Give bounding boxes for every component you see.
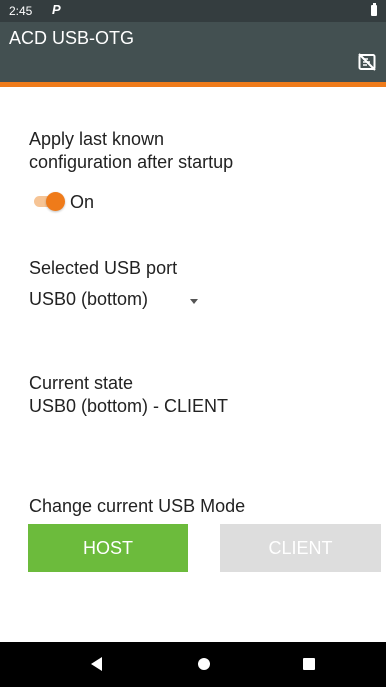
startup-config-switch[interactable]	[32, 192, 68, 211]
battery-icon	[371, 3, 377, 16]
startup-config-label: Apply last known configuration after sta…	[29, 128, 233, 173]
host-button[interactable]: HOST	[28, 524, 188, 572]
switch-state-label: On	[70, 192, 95, 212]
status-bar: 2:45 P	[0, 0, 386, 22]
app-bar-accent-line	[0, 82, 386, 87]
client-button[interactable]: CLIENT	[220, 524, 381, 572]
recents-square-icon[interactable]	[303, 658, 315, 670]
nfc-off-icon[interactable]	[358, 53, 376, 71]
usb-port-selected-value: USB0 (bottom)	[29, 289, 149, 309]
status-time: 2:45	[9, 4, 33, 18]
usb-port-label: Selected USB port	[29, 258, 178, 278]
usb-mode-label: Change current USB Mode	[29, 496, 246, 516]
current-state-value: USB0 (bottom) - CLIENT	[29, 396, 229, 416]
home-circle-icon[interactable]	[198, 658, 210, 670]
startup-config-label-line2: configuration after startup	[29, 151, 234, 172]
app-title: ACD USB-OTG	[9, 28, 135, 48]
usb-port-dropdown[interactable]: USB0 (bottom)	[29, 289, 209, 313]
current-state-label: Current state	[29, 373, 134, 393]
back-triangle-icon[interactable]	[91, 657, 102, 671]
switch-thumb	[46, 192, 65, 211]
startup-config-label-line1: Apply last known	[29, 129, 165, 149]
navigation-bar	[0, 642, 386, 687]
notification-p-icon: P	[52, 2, 61, 17]
dropdown-arrow-icon	[190, 299, 198, 304]
